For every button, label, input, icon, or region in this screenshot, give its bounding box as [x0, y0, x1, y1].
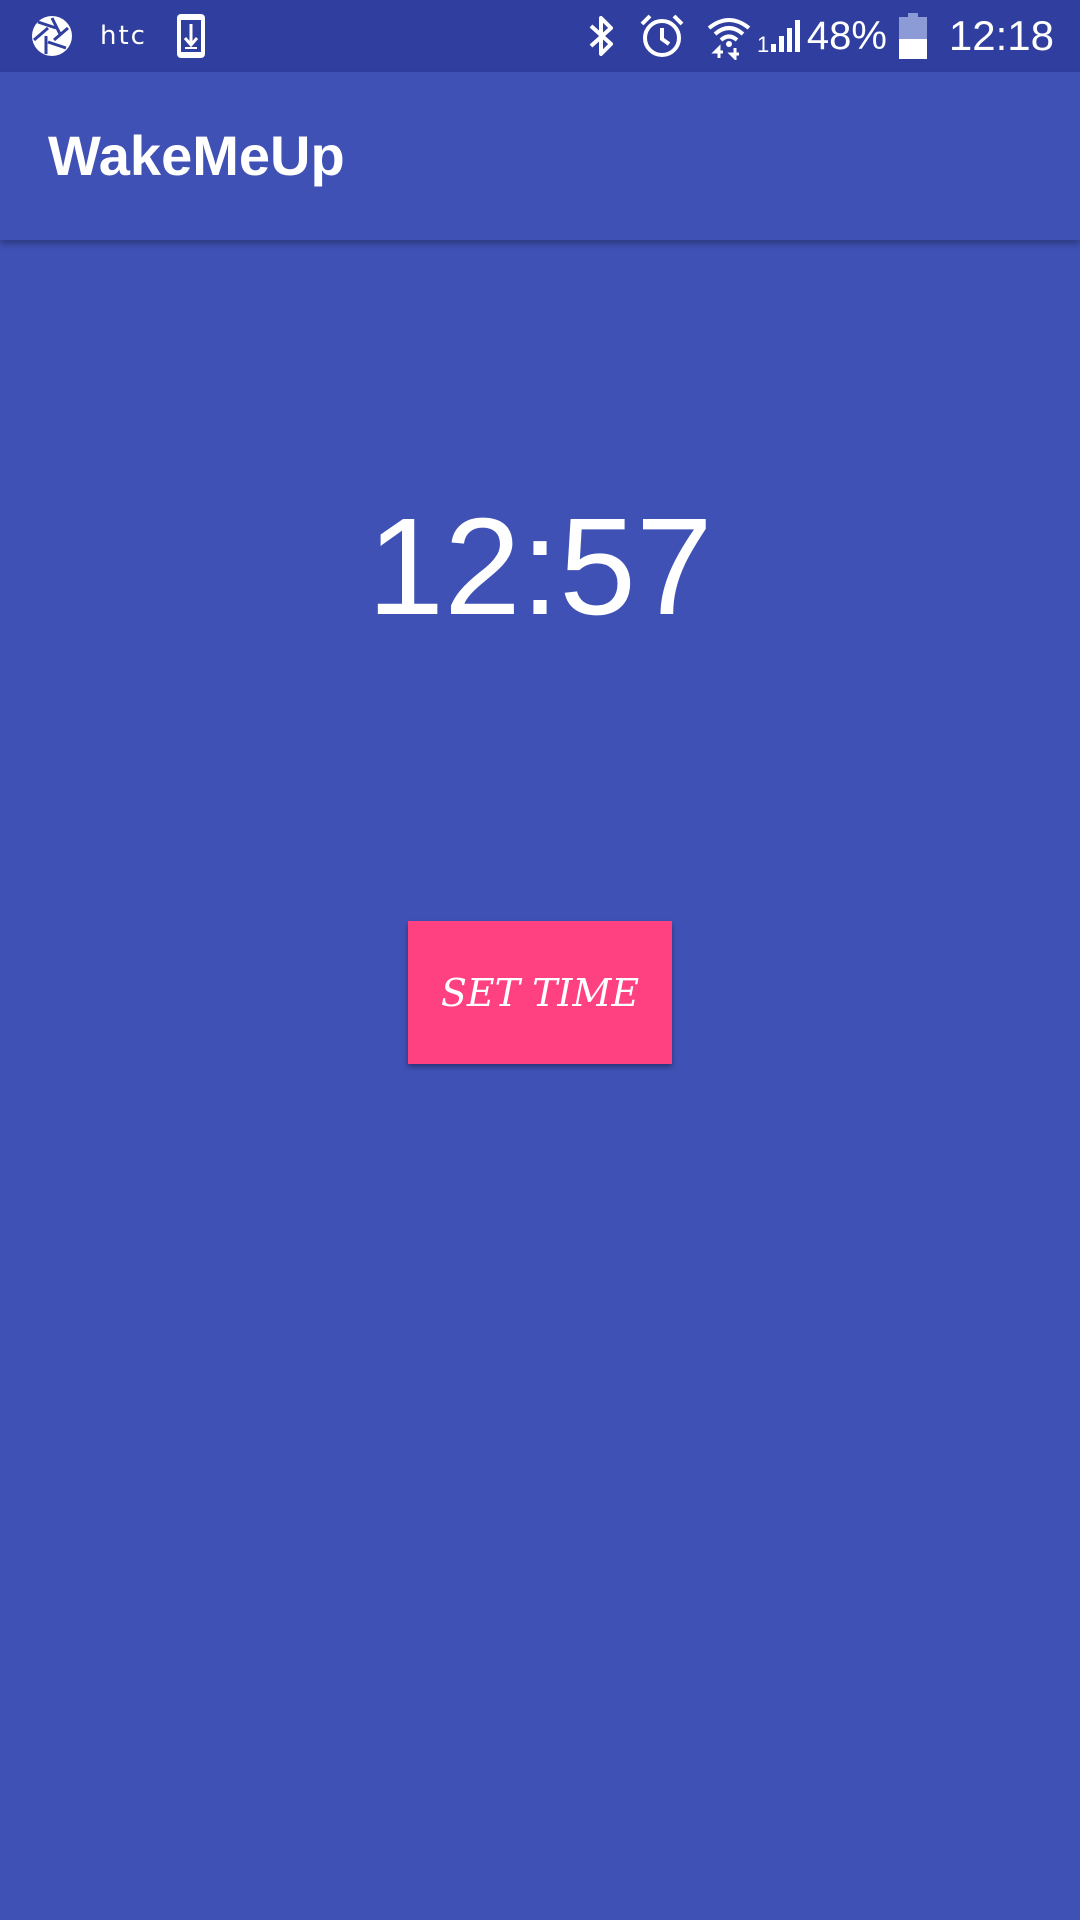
wifi-icon [705, 12, 753, 60]
set-time-button[interactable]: SET TIME [408, 921, 672, 1064]
status-bar: htc 1 48% 12:18 [0, 0, 1080, 72]
app-title: WakeMeUp [48, 124, 345, 187]
alarm-icon [639, 13, 685, 59]
status-bar-right: 1 48% 12:18 [587, 0, 1054, 72]
htc-brand: htc [100, 21, 147, 51]
alarm-time-display: 12:57 [367, 490, 713, 644]
battery-level-fill [898, 39, 927, 59]
signal-icon: 1 [757, 16, 803, 56]
battery-icon [898, 13, 927, 59]
status-clock: 12:18 [948, 12, 1054, 59]
signal-label: 1 [757, 32, 769, 56]
status-bar-left: htc [30, 0, 207, 72]
aperture-icon [30, 14, 74, 58]
app-bar: WakeMeUp [0, 72, 1080, 240]
bluetooth-icon [587, 14, 617, 58]
download-phone-icon [175, 12, 207, 60]
battery-percent: 48% [806, 13, 887, 58]
